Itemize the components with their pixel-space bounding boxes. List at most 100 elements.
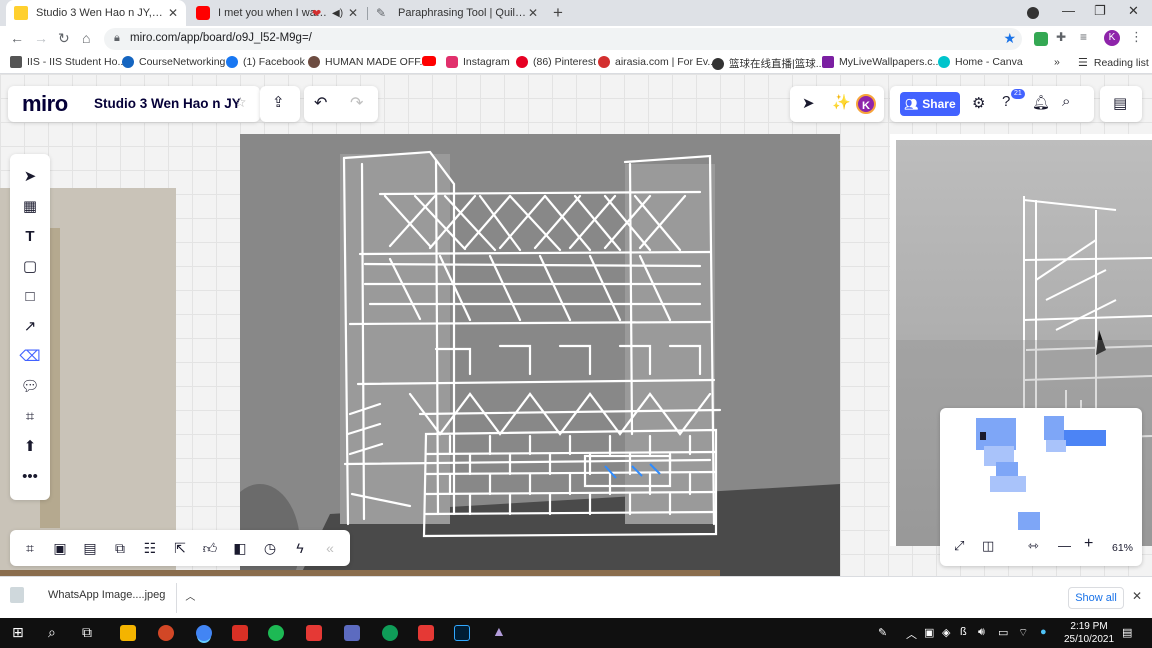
bookmark-coursenetworking[interactable]: CourseNetworking	[122, 56, 225, 68]
home-button[interactable]: ⌂	[82, 30, 90, 46]
kanban-icon[interactable]: ☷	[140, 538, 160, 558]
search-icon[interactable]: ⌕	[1062, 93, 1070, 110]
bookmark-facebook[interactable]: (1) Facebook	[226, 56, 305, 68]
tray-chevron-icon[interactable]: ︿	[906, 626, 917, 642]
upload-tool-icon[interactable]: ⬆	[20, 436, 40, 456]
share-button[interactable]: 👥︎ Share	[900, 92, 960, 116]
bookmark-star-icon[interactable]: ★	[1003, 30, 1016, 47]
fit-to-screen-icon[interactable]: ⇿	[1028, 538, 1039, 554]
new-tab-button[interactable]: +	[553, 3, 563, 23]
cursor-follow-icon[interactable]: ➤	[802, 94, 815, 112]
extensions-puzzle-icon[interactable]: ✚	[1056, 30, 1070, 44]
upload-icon[interactable]: ⇪	[272, 93, 285, 111]
app-icon[interactable]	[306, 625, 322, 641]
zoom-in-button[interactable]: +	[1084, 535, 1093, 553]
acrobat-icon[interactable]	[418, 625, 434, 641]
back-button[interactable]: ←	[10, 30, 24, 46]
close-tab-icon[interactable]: ✕	[168, 6, 178, 20]
bookmark-human-made[interactable]: HUMAN MADE OFF...	[308, 56, 428, 68]
comment-icon[interactable]: 💬︎	[20, 376, 40, 396]
profile-avatar[interactable]: K	[1104, 30, 1120, 46]
frames-icon[interactable]: ⌗	[20, 538, 40, 558]
chrome-profile-icon[interactable]	[382, 625, 398, 641]
cards-icon[interactable]: ⧉	[110, 538, 130, 558]
bookmark-airasia[interactable]: airasia.com | For Ev...	[598, 56, 716, 68]
miro-canvas[interactable]: miro Studio 3 Wen Hao n JY ☆ ⇪ ↶ ↷ ➤ ✨ K…	[0, 74, 1152, 576]
battery-icon[interactable]: ▭	[998, 626, 1008, 639]
celebrate-icon[interactable]: ✨	[832, 93, 851, 111]
tab-search-icon[interactable]	[1027, 7, 1039, 19]
settings-sliders-icon[interactable]: ⚙	[972, 94, 985, 112]
search-icon[interactable]: ⌕	[48, 624, 56, 641]
photoshop-icon[interactable]	[454, 625, 470, 641]
tray-app-icon[interactable]: ▣	[924, 626, 934, 639]
board-image-model-sketch[interactable]	[220, 134, 840, 576]
tab-miro[interactable]: Studio 3 Wen Hao n JY, Online W ✕	[6, 0, 186, 26]
document-panel-icon[interactable]: ▤	[1113, 94, 1127, 112]
tray-app-icon[interactable]: ◈	[942, 626, 950, 639]
select-cursor-icon[interactable]: ➤	[20, 166, 40, 186]
more-tools-icon[interactable]: •••	[20, 466, 40, 486]
close-window-button[interactable]: ✕	[1128, 3, 1139, 19]
chevron-up-icon[interactable]: ︿	[185, 588, 195, 603]
teams-icon[interactable]	[344, 625, 360, 641]
wifi-icon[interactable]: ⌔	[1018, 626, 1028, 640]
tab-youtube[interactable]: I met you when I was 18 ❤ ◀) ✕	[188, 0, 366, 26]
bookmark-mylivewallpapers[interactable]: MyLiveWallpapers.c...	[822, 56, 941, 68]
file-explorer-icon[interactable]	[120, 625, 136, 641]
collapse-toolbar-icon[interactable]: «	[320, 538, 340, 558]
show-all-button[interactable]: Show all	[1068, 587, 1124, 609]
undo-icon[interactable]: ↶	[314, 93, 327, 113]
line-arrow-icon[interactable]: ↗	[20, 316, 40, 336]
notifications-bell-icon[interactable]: 🔔︎	[1032, 94, 1050, 111]
bookmark-youtube[interactable]	[422, 56, 441, 66]
minimap-view[interactable]	[960, 412, 1130, 532]
media-control-icon[interactable]: ≡	[1080, 30, 1094, 44]
share-screen-icon[interactable]: ⇱	[170, 538, 190, 558]
video-chat-icon[interactable]: ◧	[230, 538, 250, 558]
taskbar-clock[interactable]: 2:19 PM 25/10/2021	[1064, 620, 1114, 646]
bookmark-iis[interactable]: IIS - IIS Student Ho...	[10, 56, 126, 68]
bookmark-basketball[interactable]: 篮球在线直播|篮球...	[712, 56, 824, 71]
close-download-bar-icon[interactable]: ✕	[1132, 589, 1142, 603]
bookmark-instagram[interactable]: Instagram	[446, 56, 510, 68]
sticky-note-icon[interactable]: ▢	[20, 256, 40, 276]
text-tool-icon[interactable]: T	[20, 226, 40, 246]
extension-icon[interactable]	[1034, 32, 1048, 46]
forward-button[interactable]: →	[34, 30, 48, 46]
powerpoint-icon[interactable]	[158, 625, 174, 641]
frame-tool-icon[interactable]: ⌗	[20, 406, 40, 426]
templates-icon[interactable]: ▦	[20, 196, 40, 216]
reload-button[interactable]: ↻	[58, 30, 70, 47]
bookmarks-overflow[interactable]: »	[1054, 56, 1060, 68]
bookmark-pinterest[interactable]: (86) Pinterest	[516, 56, 596, 68]
bookmark-canva[interactable]: Home - Canva	[938, 56, 1023, 68]
tray-app-icon[interactable]: ●	[1040, 626, 1047, 638]
miro-logo[interactable]: miro	[22, 91, 68, 117]
close-tab-icon[interactable]: ✕	[528, 6, 538, 20]
app-mountain-icon[interactable]: ▲	[492, 623, 508, 639]
windows-start-icon[interactable]: ⊞	[12, 624, 24, 641]
pen-eraser-icon[interactable]: ⌫	[19, 346, 40, 366]
timer-icon[interactable]: ◷	[260, 538, 280, 558]
volume-icon[interactable]: 🔊︎	[978, 626, 985, 639]
board-title[interactable]: Studio 3 Wen Hao n JY	[94, 96, 241, 111]
tray-pen-icon[interactable]: ✎	[878, 626, 887, 639]
presentation-icon[interactable]: ▣	[50, 538, 70, 558]
close-tab-icon[interactable]: ✕	[348, 6, 358, 20]
lock-icon[interactable]: 🔒︎	[114, 32, 120, 45]
map-icon[interactable]: ◫	[982, 538, 994, 554]
tray-app-icon[interactable]: ß	[960, 626, 967, 638]
chrome-icon[interactable]	[196, 625, 212, 641]
spotify-icon[interactable]	[268, 625, 284, 641]
help-icon[interactable]: ?	[1002, 93, 1010, 110]
chrome-menu-icon[interactable]: ⋮	[1130, 29, 1144, 44]
gmail-icon[interactable]	[232, 625, 248, 641]
mute-icon[interactable]: ◀)	[332, 8, 343, 19]
task-view-icon[interactable]: ⧉	[82, 624, 92, 641]
fullscreen-icon[interactable]: ⤢	[954, 538, 964, 554]
zoom-out-button[interactable]: —	[1058, 538, 1071, 553]
notifications-icon[interactable]: ▤	[1122, 626, 1132, 639]
collaborator-avatar[interactable]: K	[856, 94, 876, 114]
voting-icon[interactable]: 👍︎	[200, 538, 220, 558]
